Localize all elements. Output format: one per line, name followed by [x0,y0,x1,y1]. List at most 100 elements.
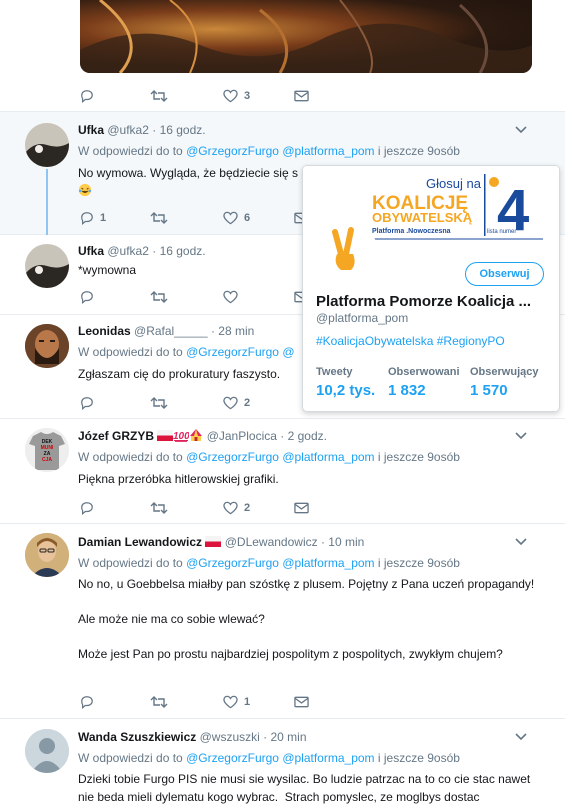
heart-icon [223,290,238,304]
avatar[interactable] [25,123,69,167]
reply-user-link[interactable]: @GrzegorzFurgo [186,345,279,359]
retweet-button[interactable] [150,88,168,104]
chevron-down-icon[interactable] [515,428,527,444]
reply-user-link[interactable]: @GrzegorzFurgo [186,144,279,158]
avatar[interactable] [25,729,69,773]
tweet-actions: 1 6 [80,210,320,226]
reply-button[interactable] [80,88,94,104]
hundred-icon: 100 [173,429,190,446]
timestamp[interactable]: · 2 godz. [280,429,327,443]
retweet-button[interactable] [150,395,168,411]
tweet-text: Dzieki tobie Furgo PIS nie musi sie wysi… [78,772,534,804]
victory-hand-logo-icon [313,220,375,282]
user-handle[interactable]: @ufka2 [107,123,149,137]
like-count: 1 [244,696,251,709]
timestamp[interactable]: · 10 min [321,535,364,549]
like-button[interactable]: 6 [223,210,250,226]
like-button[interactable]: 2 [223,500,250,516]
reply-user-link[interactable]: @ [282,345,294,359]
follow-button[interactable]: Obserwuj [465,262,544,286]
reply-icon [81,696,93,710]
display-name[interactable]: Wanda Szuszkiewicz [78,730,196,744]
reply-others-link[interactable]: i jeszcze 9osób [378,144,460,158]
reply-context: W odpowiedzi do to @GrzegorzFurgo @platf… [78,555,545,571]
tweet-actions: 2 [80,395,320,411]
tweet-header: Ufka @ufka2 · 16 godz. [78,122,545,138]
timestamp[interactable]: · 16 godz. [152,123,205,137]
chevron-down-icon[interactable] [515,534,527,550]
reply-button[interactable] [80,694,94,710]
display-name[interactable]: Ufka [78,244,104,258]
profile-handle[interactable]: @platforma_pom [316,311,408,325]
dm-button[interactable] [294,694,309,710]
like-button[interactable]: 1 [223,694,250,710]
reply-button[interactable] [80,289,94,305]
display-name[interactable]: Ufka [78,123,104,137]
display-name[interactable]: Damian Lewandowicz [78,535,202,549]
reply-user-link[interactable]: @GrzegorzFurgo [186,450,279,464]
dm-button[interactable] [294,500,309,516]
profile-avatar[interactable] [311,218,377,284]
reply-others-link[interactable]: i jeszcze 9osób [378,450,460,464]
poland-flag-icon [157,429,174,445]
avatar[interactable] [25,244,69,288]
profile-name[interactable]: Platforma Pomorze Koalicja ... [316,293,531,310]
retweet-button[interactable] [150,210,168,226]
retweet-button[interactable] [150,289,168,305]
tweet-media-image[interactable] [80,0,532,73]
tweet-damian[interactable]: Damian Lewandowicz @DLewandowicz · 10 mi… [0,524,565,719]
display-name[interactable]: Leonidas [78,324,131,338]
person-photo-icon [25,533,69,577]
banner-text: OBYWATELSKĄ [372,210,473,225]
like-button[interactable]: 2 [223,395,250,411]
tweet-body: Józef GRZYB 100 @JanPlocica · 2 godz. W … [78,428,545,489]
reply-user-link[interactable]: @GrzegorzFurgo [186,751,279,765]
reply-user-link[interactable]: @GrzegorzFurgo [186,556,279,570]
chevron-down-icon[interactable] [515,122,527,138]
user-handle[interactable]: @wszuszki [200,730,260,744]
retweet-button[interactable] [150,500,168,516]
reply-user-link[interactable]: @platforma_pom [282,450,374,464]
stat-label: Obserwowani [388,366,460,378]
chevron-down-icon[interactable] [515,729,527,745]
stat-followers[interactable]: Obserwujący 1 570 [470,366,538,399]
display-name[interactable]: Józef GRZYB [78,429,154,443]
reply-others-link[interactable]: i jeszcze 9osób [378,751,460,765]
dm-button[interactable] [294,88,309,104]
timestamp[interactable]: · 28 min [211,324,254,338]
tweet-jozef[interactable]: DEK MUNI ZA CJA Józef GRZYB 100 @JanPloc… [0,419,565,524]
timestamp[interactable]: · 16 godz. [152,244,205,258]
tweet-header: Damian Lewandowicz @DLewandowicz · 10 mi… [78,534,545,550]
profile-hashtags[interactable]: #KoalicjaObywatelska #RegionyPO [316,334,505,348]
tweet-actions: 1 [80,694,320,710]
avatar[interactable] [25,324,69,368]
tweet-body: Wanda Szuszkiewicz @wszuszki · 20 min W … [78,729,545,806]
tweet-body: Damian Lewandowicz @DLewandowicz · 10 mi… [78,534,545,664]
reply-others-link[interactable]: i jeszcze 9osób [378,556,460,570]
tweet-actions [80,289,320,305]
timestamp[interactable]: · 20 min [263,730,306,744]
reply-button[interactable]: 1 [80,210,106,226]
top-tweet: 3 [0,0,565,112]
like-count: 3 [244,90,251,103]
user-handle[interactable]: @JanPlocica [207,429,277,443]
stat-tweets[interactable]: Tweety 10,2 tys. [316,366,375,399]
user-handle[interactable]: @DLewandowicz [225,535,318,549]
avatar[interactable]: DEK MUNI ZA CJA [25,428,69,472]
retweet-button[interactable] [150,694,168,710]
reply-user-link[interactable]: @platforma_pom [282,751,374,765]
reply-button[interactable] [80,395,94,411]
like-button[interactable] [223,289,238,305]
user-handle[interactable]: @Rafal_____ [134,324,208,338]
cat-photo-icon [25,123,69,167]
reply-user-link[interactable]: @platforma_pom [282,556,374,570]
stat-following[interactable]: Obserwowani 1 832 [388,366,460,399]
thread-line [46,169,48,235]
like-button[interactable]: 3 [223,88,250,104]
tweet-wanda[interactable]: Wanda Szuszkiewicz @wszuszki · 20 min W … [0,719,565,807]
reply-user-link[interactable]: @platforma_pom [282,144,374,158]
reply-context: W odpowiedzi do to @GrzegorzFurgo @platf… [78,449,545,465]
reply-button[interactable] [80,500,94,516]
avatar[interactable] [25,533,69,577]
user-handle[interactable]: @ufka2 [107,244,149,258]
